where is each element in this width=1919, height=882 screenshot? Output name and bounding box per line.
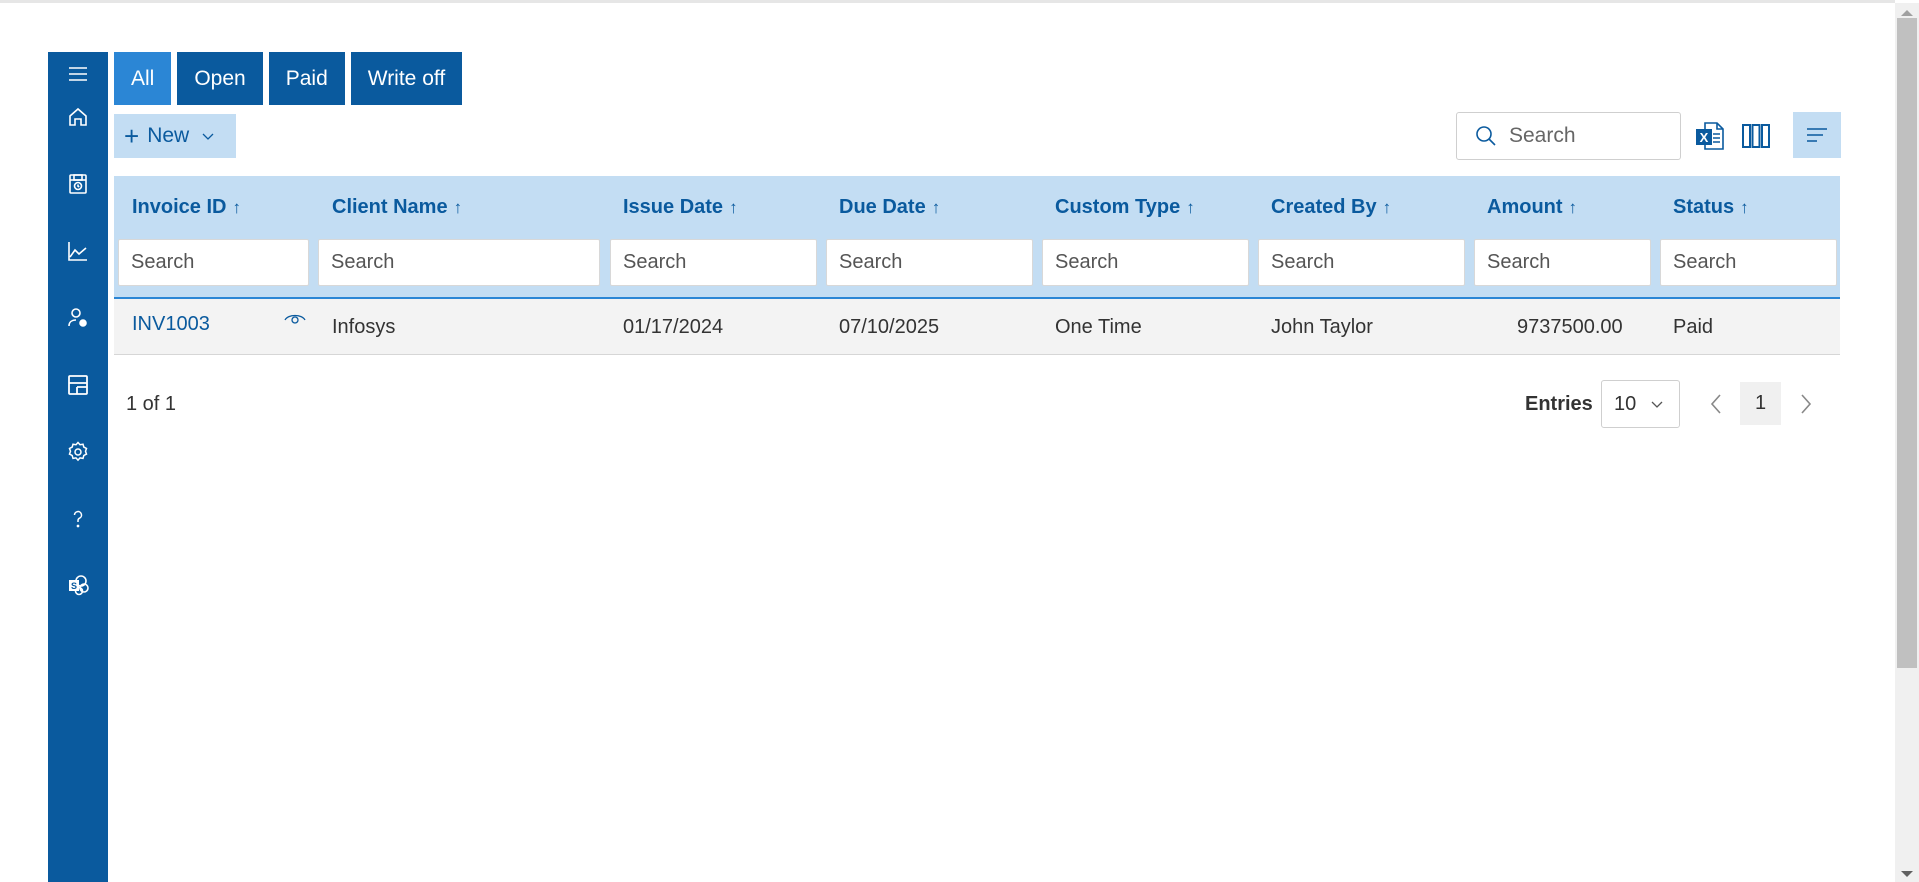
entries-value: 10 xyxy=(1614,392,1637,415)
entries-label: Entries xyxy=(1525,393,1593,415)
column-title: Amount xyxy=(1487,196,1563,218)
column-chooser-button[interactable] xyxy=(1738,114,1774,158)
user-settings-icon xyxy=(68,308,87,327)
column-header-due-date[interactable]: Due Date ↑ xyxy=(839,196,940,219)
filter-client-name[interactable] xyxy=(318,239,600,286)
status-tabs: All Open Paid Write off xyxy=(114,52,463,105)
form-icon xyxy=(68,375,88,395)
sort-arrow-icon: ↑ xyxy=(1186,198,1195,217)
filter-lines-icon xyxy=(1807,128,1827,142)
excel-icon: X xyxy=(1696,122,1724,150)
cell-due-date: 07/10/2025 xyxy=(839,315,940,338)
columns-icon xyxy=(1742,124,1770,148)
sort-arrow-icon: ↑ xyxy=(1740,198,1749,217)
search-icon xyxy=(1476,126,1496,146)
prev-page-button[interactable] xyxy=(1701,383,1731,425)
invoice-grid: Invoice ID ↑ Client Name ↑ Issue Date ↑ Due… xyxy=(114,176,1840,355)
sidebar-item-sharepoint[interactable]: S xyxy=(48,563,108,607)
search-input[interactable] xyxy=(1509,124,1659,148)
column-header-custom-type[interactable]: Custom Type ↑ xyxy=(1055,196,1195,219)
filter-issue-date[interactable] xyxy=(610,239,817,286)
table-row[interactable]: INV1003 Infosys 01/17/2024 07/10/2025 On… xyxy=(114,299,1840,355)
top-border xyxy=(0,0,1895,3)
sort-arrow-icon: ↑ xyxy=(232,198,241,217)
tab-paid[interactable]: Paid xyxy=(268,52,345,105)
cell-client-name: Infosys xyxy=(332,315,396,338)
cell-created-by: John Taylor xyxy=(1271,315,1373,338)
filter-due-date[interactable] xyxy=(826,239,1033,286)
eye-icon[interactable] xyxy=(284,311,306,327)
sort-arrow-icon: ↑ xyxy=(453,198,463,217)
tab-open[interactable]: Open xyxy=(177,52,263,105)
filter-invoice-id[interactable] xyxy=(118,239,309,286)
column-title: Due Date xyxy=(839,196,926,218)
column-title: Custom Type xyxy=(1055,196,1181,218)
svg-text:X: X xyxy=(1700,130,1709,145)
chevron-down-icon xyxy=(1651,401,1663,408)
cell-issue-date: 01/17/2024 xyxy=(623,315,724,338)
cell-custom-type: One Time xyxy=(1055,315,1142,338)
new-button[interactable]: + New xyxy=(114,114,236,158)
cell-amount: 9737500.00 xyxy=(1517,315,1623,338)
tab-all[interactable]: All xyxy=(114,52,172,105)
filter-custom-type[interactable] xyxy=(1042,239,1249,286)
entries-select[interactable]: 10 xyxy=(1601,380,1680,428)
sidebar-item-home[interactable] xyxy=(48,95,108,139)
pager-summary: 1 of 1 xyxy=(126,393,177,415)
filter-created-by[interactable] xyxy=(1258,239,1465,286)
home-icon xyxy=(69,107,87,126)
next-page-button[interactable] xyxy=(1791,383,1821,425)
page-number-button[interactable]: 1 xyxy=(1740,382,1781,425)
sidebar-item-reports[interactable] xyxy=(48,229,108,273)
column-title: Client Name xyxy=(332,196,448,218)
grid-header: Invoice ID ↑ Client Name ↑ Issue Date ↑ Due… xyxy=(114,176,1840,299)
column-header-created-by[interactable]: Created By ↑ xyxy=(1271,196,1391,219)
column-header-amount[interactable]: Amount ↑ xyxy=(1487,196,1577,219)
column-title: Created By xyxy=(1271,196,1377,218)
global-search xyxy=(1456,112,1681,160)
help-icon xyxy=(73,510,83,528)
filter-status[interactable] xyxy=(1660,239,1837,286)
new-button-label: New xyxy=(147,124,190,147)
sidebar-item-help[interactable] xyxy=(48,497,108,541)
sidebar-item-settings[interactable] xyxy=(48,430,108,474)
invoice-icon xyxy=(69,174,87,194)
gear-icon xyxy=(68,441,88,462)
cell-status: Paid xyxy=(1673,315,1714,338)
column-title: Invoice ID xyxy=(132,196,227,218)
tab-write-off[interactable]: Write off xyxy=(350,52,463,105)
scrollbar-thumb[interactable] xyxy=(1897,18,1917,668)
sort-arrow-icon: ↑ xyxy=(931,198,941,217)
chart-icon xyxy=(68,242,87,261)
page-scrollbar[interactable] xyxy=(1895,3,1919,882)
sort-arrow-icon: ↑ xyxy=(729,198,738,217)
chevron-right-icon xyxy=(1801,394,1812,414)
plus-icon: + xyxy=(124,121,140,151)
column-title: Issue Date xyxy=(623,196,724,218)
sort-arrow-icon: ↑ xyxy=(1382,198,1392,217)
sidebar-item-forms[interactable] xyxy=(48,363,108,407)
sidebar-item-users[interactable] xyxy=(48,296,108,340)
export-excel-button[interactable]: X xyxy=(1692,114,1728,158)
column-header-status[interactable]: Status ↑ xyxy=(1673,196,1749,219)
column-header-client-name[interactable]: Client Name ↑ xyxy=(332,196,462,219)
column-header-invoice-id[interactable]: Invoice ID ↑ xyxy=(132,196,241,219)
chevron-left-icon xyxy=(1710,394,1721,414)
menu-icon xyxy=(69,67,87,81)
scroll-down-arrow-icon[interactable] xyxy=(1895,866,1919,882)
invoice-id-link[interactable]: INV1003 xyxy=(132,296,210,352)
chevron-down-icon xyxy=(202,133,214,140)
filter-toggle-button[interactable] xyxy=(1793,112,1841,158)
filter-amount[interactable] xyxy=(1474,239,1651,286)
sidebar-menu-toggle[interactable] xyxy=(48,52,108,96)
sidebar: S xyxy=(48,52,108,882)
column-header-issue-date[interactable]: Issue Date ↑ xyxy=(623,196,738,219)
svg-text:S: S xyxy=(71,581,77,591)
sidebar-item-invoices[interactable] xyxy=(48,162,108,206)
sort-arrow-icon: ↑ xyxy=(1568,198,1578,217)
sharepoint-icon: S xyxy=(69,575,89,596)
column-title: Status xyxy=(1673,196,1735,218)
